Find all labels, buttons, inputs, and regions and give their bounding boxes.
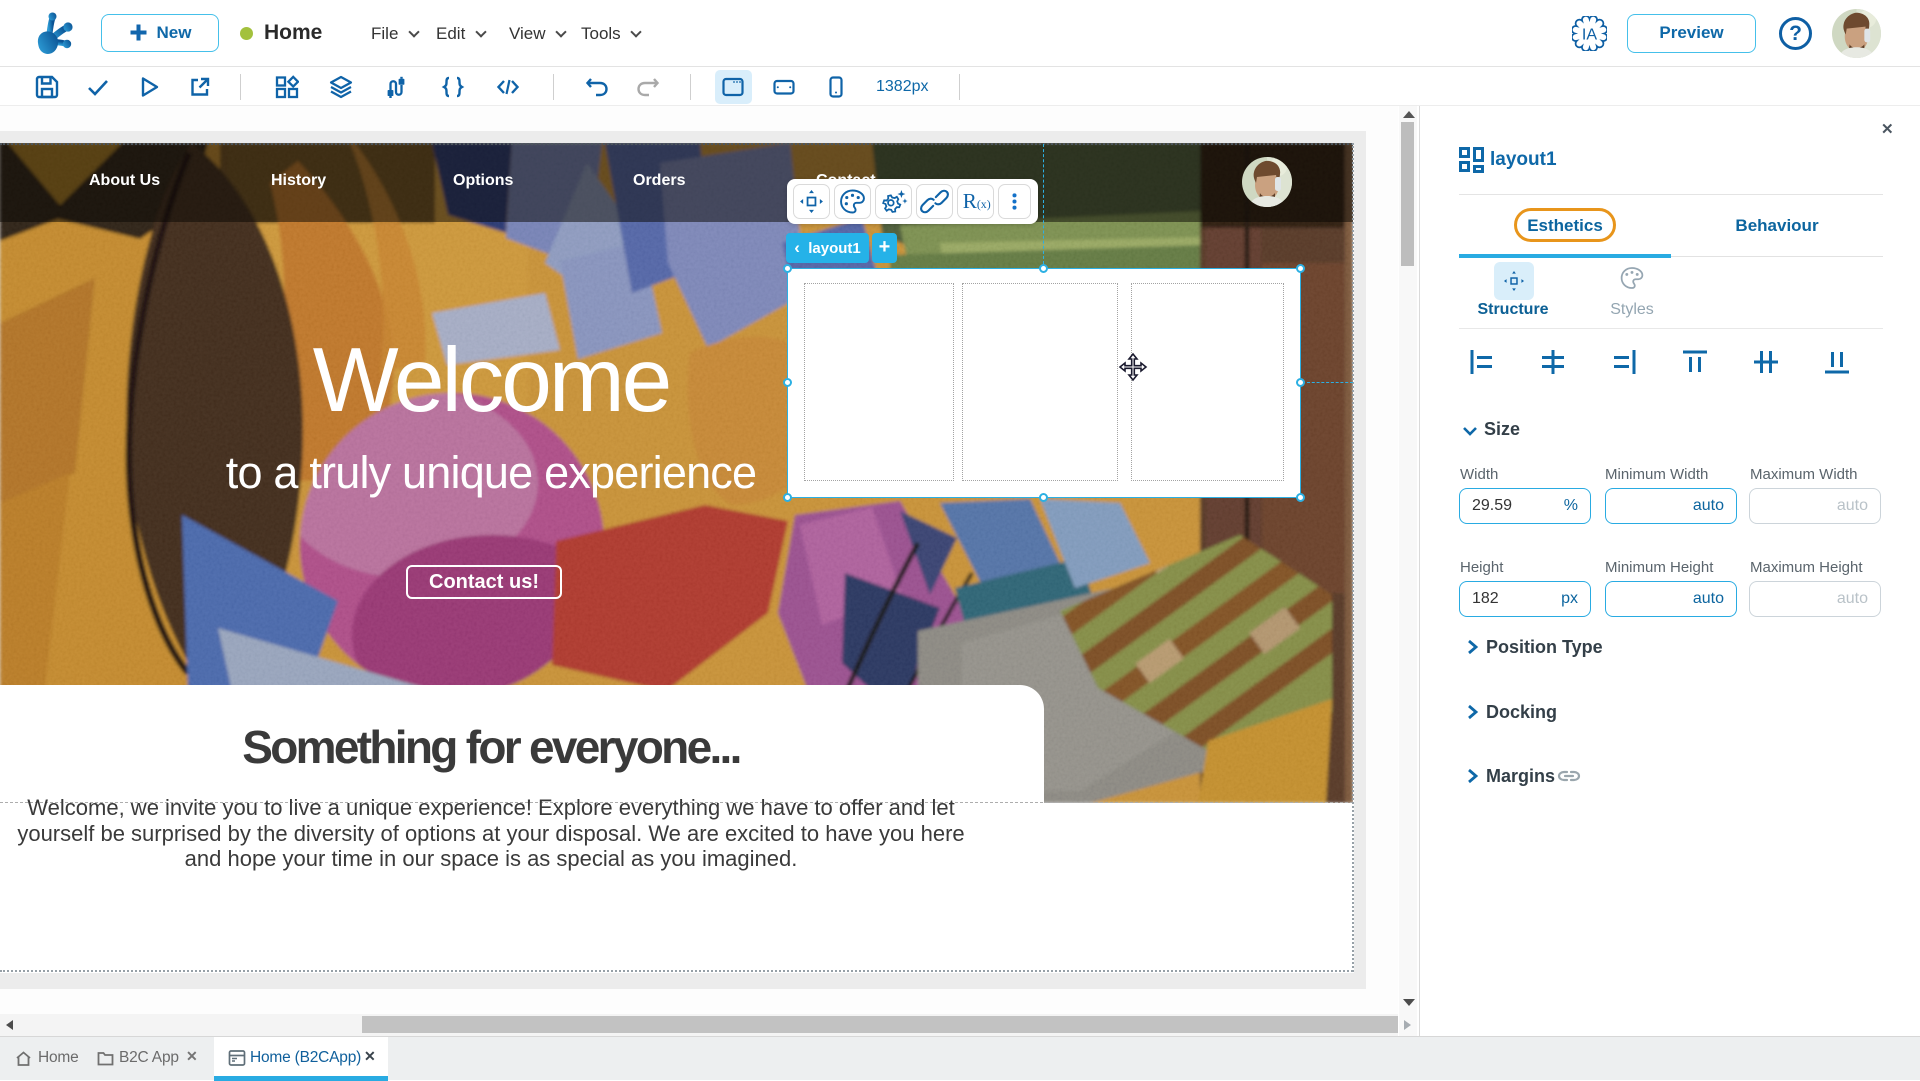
svg-text:R: R — [963, 189, 978, 213]
svg-text:(x): (x) — [977, 197, 991, 211]
svg-text:IA: IA — [1582, 25, 1597, 43]
